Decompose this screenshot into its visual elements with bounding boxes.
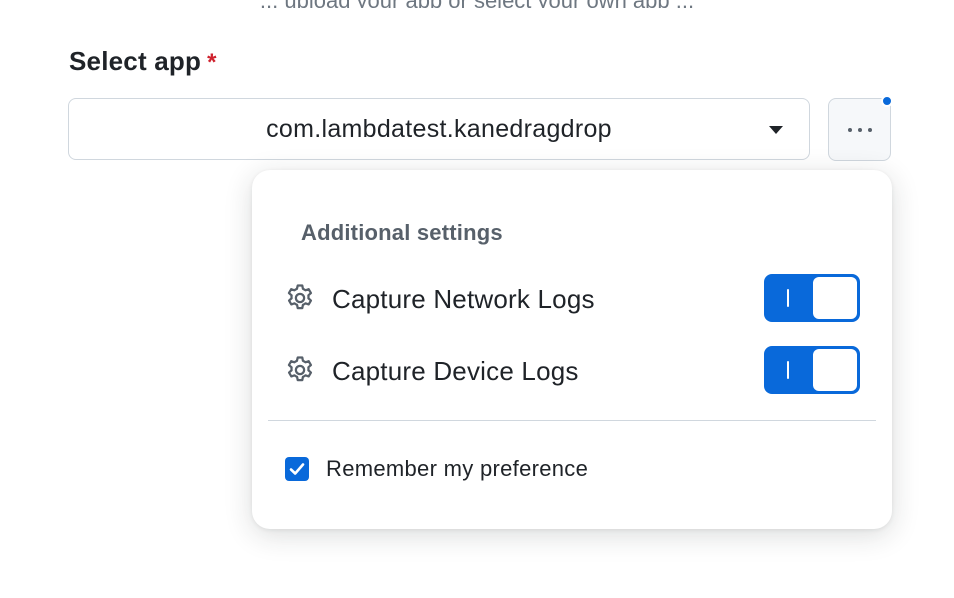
toggle-on-indicator <box>787 289 789 307</box>
toggle-knob <box>813 349 857 391</box>
setting-row-device-logs: Capture Device Logs <box>284 346 860 394</box>
additional-settings-title: Additional settings <box>301 220 503 245</box>
checkmark-icon <box>289 463 305 475</box>
select-app-label-text: Select app <box>69 46 202 76</box>
more-horizontal-icon-dot <box>867 127 872 132</box>
required-asterisk: * <box>207 49 217 76</box>
setting-row-network-logs: Capture Network Logs <box>284 274 860 322</box>
more-horizontal-icon <box>847 127 852 132</box>
toggle-device-logs[interactable] <box>764 346 860 394</box>
toggle-network-logs[interactable] <box>764 274 860 322</box>
selected-app-value: com.lambdatest.kanedragdrop <box>266 114 612 143</box>
setting-label-device-logs: Capture Device Logs <box>332 356 579 386</box>
select-app-label: Select app * <box>69 46 217 77</box>
setting-label-network-logs: Capture Network Logs <box>332 284 595 314</box>
popover-divider <box>268 420 876 421</box>
app-select-dropdown[interactable]: com.lambdatest.kanedragdrop <box>68 98 810 160</box>
toggle-on-indicator <box>787 361 789 379</box>
gear-icon <box>287 356 313 382</box>
chevron-down-icon <box>769 126 783 134</box>
additional-settings-popover: Additional settings Capture Network Logs… <box>252 170 892 529</box>
toggle-knob <box>813 277 857 319</box>
remember-preference-label: Remember my preference <box>326 456 589 481</box>
more-options-button[interactable] <box>828 98 891 161</box>
notification-dot <box>881 95 893 107</box>
cutoff-description-text: ... upload your app or select your own a… <box>0 0 954 8</box>
remember-preference-row[interactable]: Remember my preference <box>285 455 588 483</box>
gear-icon <box>287 284 313 310</box>
remember-preference-checkbox[interactable] <box>285 457 309 481</box>
more-horizontal-icon-dot <box>857 127 862 132</box>
